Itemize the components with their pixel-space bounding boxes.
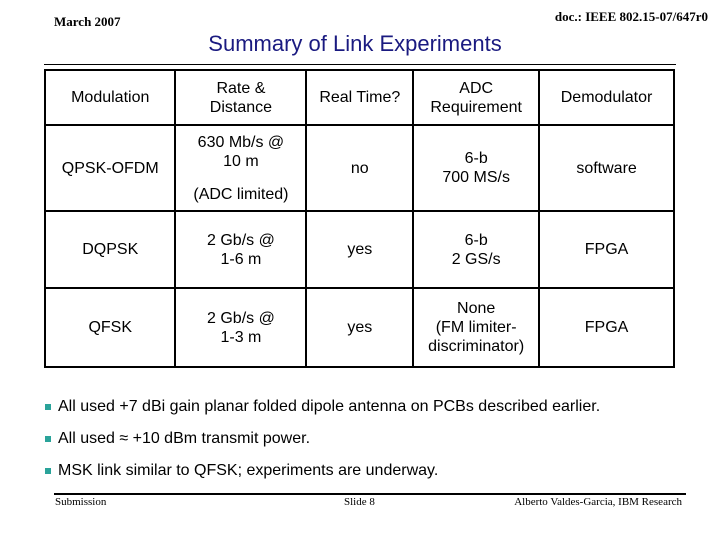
cell-real-time: yes: [305, 210, 415, 289]
square-bullet-icon: [45, 468, 51, 474]
cell-modulation: QFSK: [43, 287, 177, 368]
header-date: March 2007: [54, 14, 121, 29]
column-header-real-time: Real Time?: [305, 69, 415, 126]
square-bullet-icon: [45, 404, 51, 410]
bullet-item: All used ≈ +10 dBm transmit power.: [44, 430, 600, 462]
summary-table: Modulation Rate & Distance Real Time? ADC…: [43, 69, 675, 368]
cell-rate-distance: 2 Gb/s @1-3 m: [174, 287, 308, 368]
footer-author: Alberto Valdes-Garcia, IBM Research: [514, 496, 682, 508]
cell-real-time: yes: [305, 287, 415, 368]
cell-modulation: QPSK-OFDM: [43, 124, 177, 212]
header-doc-id: doc.: IEEE 802.15-07/647r0: [554, 9, 708, 24]
cell-rate-distance: 630 Mb/s @10 m (ADC limited): [174, 124, 308, 212]
cell-rate-distance: 2 Gb/s @1-6 m: [174, 210, 308, 289]
cell-demodulator: software: [538, 124, 675, 212]
cell-demodulator: FPGA: [538, 287, 675, 368]
footer-slide-number: Slide 8: [344, 496, 375, 508]
cell-demodulator: FPGA: [538, 210, 675, 289]
column-header-adc-requirement: ADC Requirement: [412, 69, 541, 126]
bullet-item: MSK link similar to QFSK; experiments ar…: [44, 462, 600, 494]
column-header-modulation: Modulation: [43, 69, 177, 126]
bullet-list: All used +7 dBi gain planar folded dipol…: [44, 398, 600, 494]
slide-title: Summary of Link Experiments: [208, 31, 502, 56]
table-row: DQPSK 2 Gb/s @1-6 m yes 6-b 2 GS/s FPGA: [43, 210, 675, 289]
bullet-item: All used +7 dBi gain planar folded dipol…: [44, 398, 600, 430]
cell-adc-requirement: 6-b 700 MS/s: [412, 124, 541, 212]
table-row: QFSK 2 Gb/s @1-3 m yes None (FM limiter-d…: [43, 287, 675, 368]
cell-adc-requirement: 6-b 2 GS/s: [412, 210, 541, 289]
cell-modulation: DQPSK: [43, 210, 177, 289]
column-header-rate-distance: Rate & Distance: [174, 69, 308, 126]
cell-adc-requirement: None (FM limiter-discriminator): [412, 287, 541, 368]
footer-divider: [54, 493, 686, 495]
table-header-row: Modulation Rate & Distance Real Time? ADC…: [43, 69, 675, 126]
cell-real-time: no: [305, 124, 415, 212]
column-header-demodulator: Demodulator: [538, 69, 675, 126]
header-divider: [44, 64, 676, 65]
table-row: QPSK-OFDM 630 Mb/s @10 m (ADC limited) no…: [43, 124, 675, 212]
cell-rate-note: (ADC limited): [193, 185, 289, 203]
footer-submission: Submission: [55, 496, 107, 508]
square-bullet-icon: [45, 436, 51, 442]
